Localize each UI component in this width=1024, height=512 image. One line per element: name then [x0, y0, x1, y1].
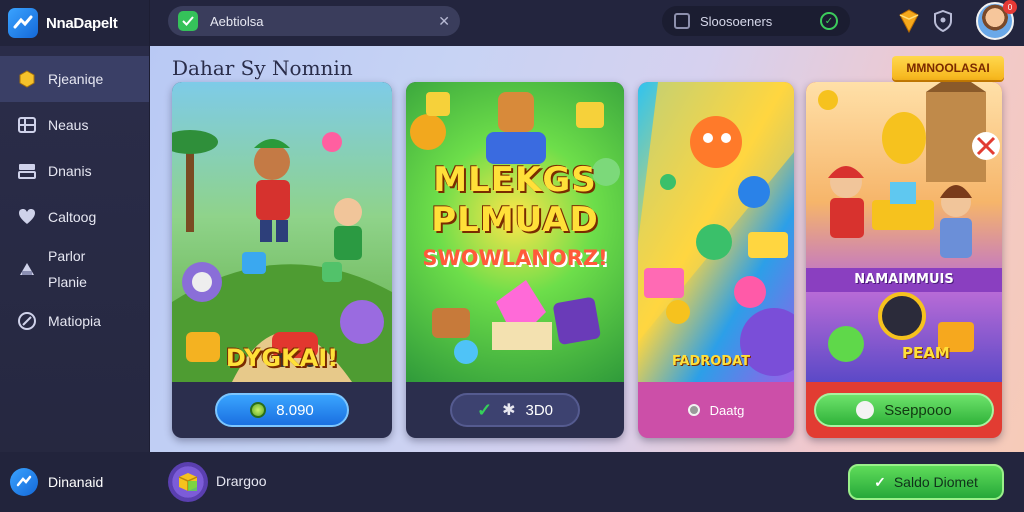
shield-icon[interactable] [934, 10, 952, 32]
sidebar-item-label: Dnanis [48, 163, 92, 179]
sidebar-item-label: Parlor Planie [48, 248, 87, 290]
card-footer: Sseppooo [806, 382, 1002, 438]
price-button[interactable]: 8.090 [215, 393, 349, 427]
game-card[interactable]: NAMAIMMUIS PEAM Sseppooo [806, 82, 1002, 438]
puzzle-icon: ✱ [502, 402, 516, 419]
sidebar-item-label: Rjeaniqe [48, 71, 104, 87]
main-content: Dahar Sy Nomnin MMNOOLASAI DYGKAI! 8.090… [150, 46, 1024, 452]
download-icon [10, 468, 38, 496]
promo-badge[interactable]: MMNOOLASAI [892, 56, 1004, 80]
grid-icon [18, 116, 36, 134]
select-button[interactable]: Sseppooo [814, 393, 994, 427]
sidebar-footer-label: Dinanaid [48, 474, 104, 490]
bottom-bar-label: Drargoo [216, 473, 267, 489]
close-icon[interactable]: ✕ [438, 13, 450, 30]
price-label: 8.090 [276, 401, 314, 419]
sidebar-item-dnanis[interactable]: Dnanis [0, 148, 149, 194]
check-icon: ✓ [476, 399, 493, 420]
page-title: Dahar Sy Nomnin [172, 56, 353, 80]
card-art-title-line2: PLMUAD [431, 200, 599, 240]
sidebar-item-neaus[interactable]: Neaus [0, 102, 149, 148]
search-input[interactable]: Aebtiolsa [210, 14, 426, 29]
sidebar-footer[interactable]: Dinanaid [0, 452, 150, 512]
app-logo-icon [8, 8, 38, 38]
status-text: Sloosoeners [700, 13, 773, 29]
card-illustration [172, 130, 392, 382]
status-pill[interactable]: Sloosoeners ✓ [662, 6, 850, 36]
check-circle-icon: ✓ [820, 12, 838, 30]
card-footer: 8.090 [172, 382, 392, 438]
heart-icon [18, 208, 36, 226]
window-icon [674, 13, 690, 29]
game-card[interactable]: FADRODAT Daatg [638, 82, 794, 438]
bottom-bar: Drargoo ✓ Saldo Diomet [150, 452, 1024, 512]
play-button[interactable]: Daatg [656, 393, 776, 427]
game-card[interactable]: DYGKAI! 8.090 [172, 82, 392, 438]
play-label: Daatg [709, 402, 745, 418]
price-label: 3D0 [525, 401, 554, 419]
card-art-title: PEAM [902, 344, 950, 362]
game-card-art: FADRODAT [638, 82, 794, 382]
check-icon: ✓ [874, 473, 886, 490]
sidebar: NnaDapelt Rjeaniqe Neaus Dnanis Caltoog [0, 0, 150, 512]
cube-icon[interactable] [168, 462, 208, 502]
game-card-art: DYGKAI! [172, 82, 392, 382]
card-art-title-line1: MLEKGS [433, 160, 597, 200]
card-art-title: DYGKAI! [225, 344, 339, 372]
card-illustration [638, 82, 794, 376]
sidebar-item-caltoog[interactable]: Caltoog [0, 194, 149, 240]
primary-action-button[interactable]: ✓ Saldo Diomet [848, 464, 1004, 500]
sidebar-item-matiopia[interactable]: Matiopia [0, 298, 149, 344]
sidebar-item-rjeaniqe[interactable]: Rjeaniqe [0, 56, 149, 102]
card-illustration [806, 82, 1002, 362]
gem-icon[interactable] [898, 9, 920, 33]
sidebar-item-parlor[interactable]: Parlor Planie [0, 240, 149, 298]
select-label: Sseppooo [884, 401, 952, 419]
game-card-art: NAMAIMMUIS PEAM [806, 82, 1002, 382]
brand-name: NnaDapelt [46, 14, 118, 32]
sidebar-item-label: Matiopia [48, 313, 101, 329]
play-icon [856, 401, 875, 419]
primary-action-label: Saldo Diomet [893, 474, 978, 490]
coin-icon [250, 402, 267, 418]
sidebar-item-label: Caltoog [48, 209, 97, 225]
topbar: Aebtiolsa ✕ Sloosoeners ✓ 0 [150, 0, 1024, 46]
search-bar[interactable]: Aebtiolsa ✕ [168, 6, 460, 36]
price-button[interactable]: ✓ ✱ 3D0 [450, 393, 580, 427]
card-art-banner: NAMAIMMUIS [854, 272, 954, 287]
notification-badge: 0 [1003, 0, 1017, 14]
card-footer: ✓ ✱ 3D0 [406, 382, 624, 438]
search-icon [178, 11, 198, 31]
brand[interactable]: NnaDapelt [0, 0, 149, 46]
card-footer: Daatg [638, 382, 794, 438]
badge-icon [18, 70, 36, 88]
layers-icon [18, 162, 36, 180]
radio-icon [687, 404, 700, 416]
game-icon [18, 260, 36, 278]
sidebar-item-label: Neaus [48, 117, 89, 133]
card-art-title: FADRODAT [672, 354, 751, 369]
game-card-art: MLEKGS PLMUAD SWOWLANORZ! [406, 82, 624, 382]
game-card[interactable]: MLEKGS PLMUAD SWOWLANORZ! ✓ ✱ 3D0 [406, 82, 624, 438]
sidebar-nav: Rjeaniqe Neaus Dnanis Caltoog Parlor Pla… [0, 56, 149, 344]
compass-icon [18, 312, 36, 330]
card-art-title-line3: SWOWLANORZ! [422, 246, 608, 270]
